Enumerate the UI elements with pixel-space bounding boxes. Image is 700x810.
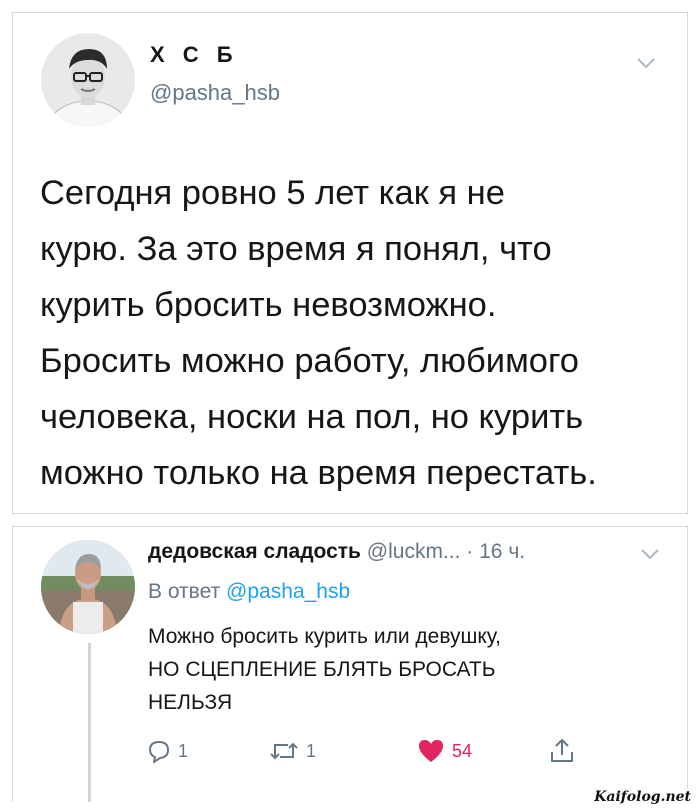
- reply-icon: [149, 741, 169, 763]
- avatar[interactable]: [41, 33, 135, 127]
- retweet-icon: [270, 742, 298, 760]
- reply-count: 1: [178, 740, 189, 761]
- like-count: 54: [452, 740, 473, 761]
- author-name[interactable]: Х С Б: [150, 42, 239, 68]
- watermark: Kaifolog.net: [591, 788, 694, 806]
- author-handle[interactable]: @pasha_hsb: [150, 80, 280, 106]
- share-button[interactable]: [548, 734, 576, 768]
- share-icon: [551, 738, 573, 762]
- reply-button[interactable]: 1: [146, 734, 188, 768]
- author-handle-and-time[interactable]: @luckm... · 16 ч.: [361, 540, 525, 563]
- thread-line: [88, 643, 91, 802]
- reply-author-line: дедовская сладость @luckm... · 16 ч.: [148, 540, 525, 564]
- reply-prefix: В ответ: [148, 580, 227, 603]
- retweet-count: 1: [306, 740, 317, 761]
- author-name[interactable]: дедовская сладость: [148, 540, 361, 563]
- tweet-text: Можно бросить курить или девушку, НО СЦЕ…: [148, 625, 502, 714]
- retweet-button[interactable]: 1: [268, 734, 316, 768]
- tweet-text: Сегодня ровно 5 лет как я не курю. За эт…: [40, 174, 597, 492]
- heart-icon: [419, 740, 443, 762]
- reply-to-line: В ответ @pasha_hsb: [148, 580, 350, 604]
- avatar[interactable]: [41, 540, 135, 634]
- chevron-down-icon[interactable]: [640, 548, 660, 560]
- reply-to-handle[interactable]: @pasha_hsb: [226, 580, 350, 603]
- chevron-down-icon[interactable]: [636, 56, 656, 70]
- like-button[interactable]: 54: [416, 734, 472, 768]
